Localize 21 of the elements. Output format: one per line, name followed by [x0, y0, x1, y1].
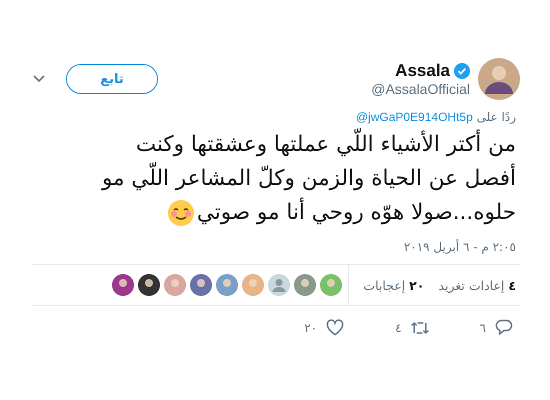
default-avatar-icon[interactable] — [268, 274, 290, 296]
tweet-text-line: أفصل عن الحياة والزمن وكلّ المشاعر اللّي مو — [102, 162, 516, 196]
author-name[interactable]: Assala — [395, 61, 450, 81]
tweet-timestamp[interactable]: ٢:٠٥ م - ٦ أبريل ٢٠١٩ — [32, 240, 516, 254]
tweet-text-line: حلوه...صولا هوّه روحي أنا مو صوتي — [196, 196, 516, 230]
reply-icon[interactable] — [494, 318, 514, 338]
chevron-icon[interactable] — [32, 74, 46, 84]
stat-count[interactable]: ٢٠ إعجابات — [363, 278, 424, 292]
author-handle[interactable]: @AssalaOfficial — [166, 81, 470, 97]
tweet-text-line: من أكتر الأشياء اللّي عملتها وعشقتها وكنت — [136, 128, 516, 162]
avatar-icon[interactable] — [138, 274, 160, 296]
smiling-emoji-icon — [166, 198, 195, 226]
reply-count: ٦ — [480, 321, 486, 335]
like-icon[interactable] — [325, 318, 346, 338]
avatar-icon[interactable] — [112, 274, 134, 296]
stat-count[interactable]: ٤ إعادات تغريد — [438, 278, 516, 292]
retweet-count: ٤ — [395, 321, 402, 335]
avatar-icon[interactable] — [478, 58, 520, 100]
mention-link[interactable]: @jwGaP0E914OHt5p — [356, 110, 473, 124]
follow-button[interactable]: تابع — [66, 64, 158, 94]
like-count: ٢٠ — [304, 321, 318, 335]
